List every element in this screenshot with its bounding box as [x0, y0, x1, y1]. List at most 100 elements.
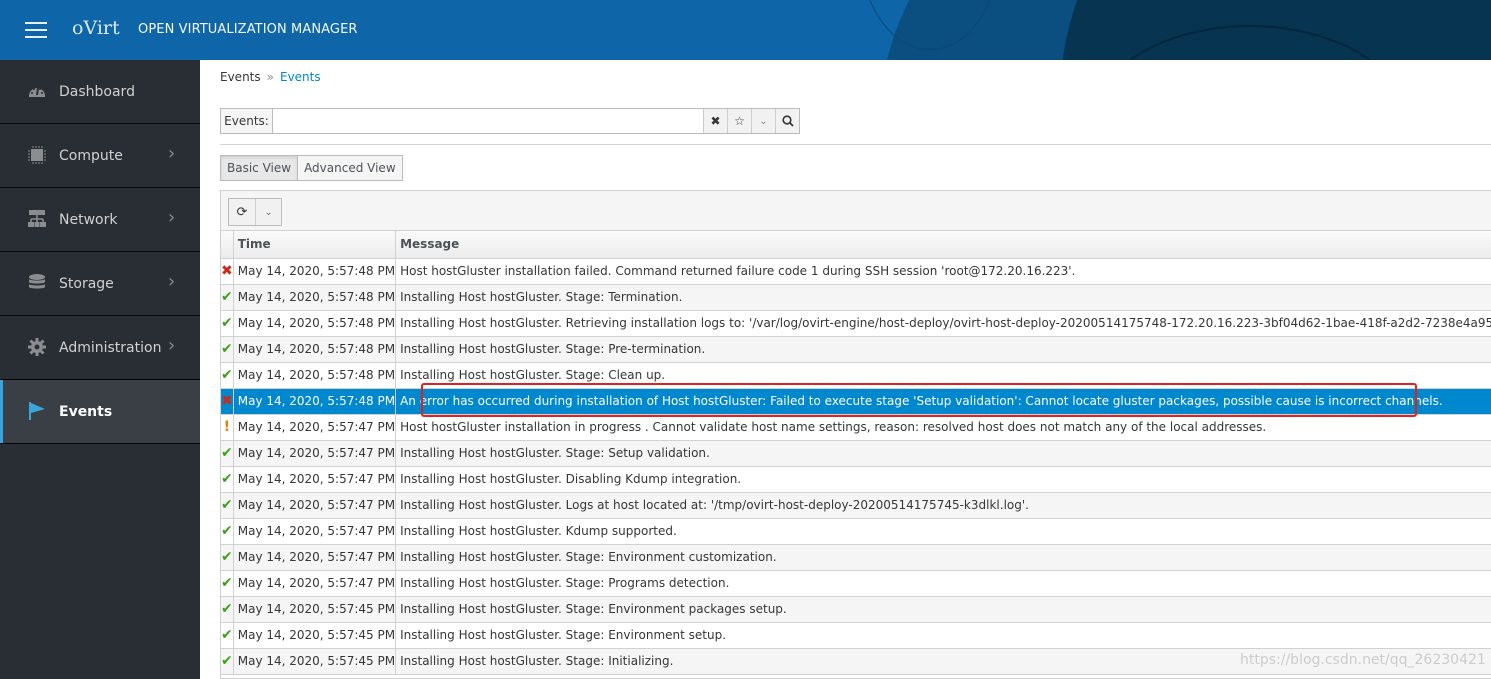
table-row[interactable]: ! May 14, 2020, 5:57:47 PM Host hostGluste…	[221, 414, 1491, 441]
table-row[interactable]: ✔ May 14, 2020, 5:57:47 PM Installing Host…	[221, 518, 1491, 545]
table-row[interactable]: ✔ May 14, 2020, 5:57:45 PM Installing Host…	[221, 622, 1491, 649]
time-cell: May 14, 2020, 5:57:45 PM	[233, 622, 397, 649]
clear-search-button[interactable]: ✖	[703, 109, 727, 133]
checkmark-icon: ✔	[221, 627, 233, 643]
refresh-rate-dropdown[interactable]: ⌄	[255, 199, 281, 225]
search-button[interactable]	[775, 109, 799, 133]
table-row[interactable]: ✔ May 14, 2020, 5:57:48 PM Installing Host…	[221, 336, 1491, 363]
sidebar-item-compute[interactable]: Compute ›	[0, 124, 200, 188]
search-prefix-label: Events:	[221, 109, 273, 133]
message-cell: Host hostGluster installation in progres…	[395, 414, 1491, 441]
search-history-dropdown[interactable]: ⌄	[751, 109, 775, 133]
column-header-severity[interactable]	[221, 231, 234, 259]
checkmark-icon: ✔	[221, 315, 233, 331]
cpu-icon	[28, 146, 46, 164]
main-content: Events » Events Events: ✖ ☆ ⌄ Basic View A…	[200, 60, 1491, 679]
hamburger-menu-icon[interactable]	[25, 22, 47, 38]
table-row[interactable]: ✔ May 14, 2020, 5:57:47 PM Installing Host…	[221, 570, 1491, 597]
severity-cell: ✔	[221, 336, 234, 363]
error-x-icon: ✖	[221, 393, 233, 409]
column-header-message[interactable]: Message	[395, 231, 1491, 259]
checkmark-icon: ✔	[221, 575, 233, 591]
database-icon	[29, 274, 45, 289]
table-row[interactable]: ✔ May 14, 2020, 5:57:48 PM Installing Host…	[221, 310, 1491, 337]
chevron-right-icon: ›	[168, 207, 176, 228]
breadcrumb-parent[interactable]: Events	[220, 70, 261, 84]
sidebar-item-network[interactable]: Network ›	[0, 188, 200, 252]
chevron-down-icon: ⌄	[759, 115, 768, 127]
time-cell: May 14, 2020, 5:57:45 PM	[233, 596, 397, 623]
table-row[interactable]: ✔ May 14, 2020, 5:57:48 PM Installing Host…	[221, 362, 1491, 389]
checkmark-icon: ✔	[221, 341, 233, 357]
checkmark-icon: ✔	[221, 289, 233, 305]
message-cell: Installing Host hostGluster. Logs at hos…	[395, 492, 1491, 519]
breadcrumb-current: Events	[279, 70, 321, 84]
message-cell: Installing Host hostGluster. Disabling K…	[395, 466, 1491, 493]
close-icon: ✖	[710, 114, 721, 128]
ovirt-logo[interactable]: oVirt	[72, 17, 120, 39]
refresh-icon: ⟳	[236, 204, 248, 220]
table-row[interactable]: ✔ May 14, 2020, 5:57:47 PM Installing Host…	[221, 466, 1491, 493]
severity-cell: ✔	[221, 310, 234, 337]
search-input[interactable]	[273, 109, 703, 133]
table-row[interactable]: ✔ May 14, 2020, 5:57:47 PM Installing Host…	[221, 440, 1491, 467]
severity-cell: ✔	[221, 544, 234, 571]
time-cell: May 14, 2020, 5:57:47 PM	[233, 492, 397, 519]
chevron-right-icon: ›	[168, 335, 176, 356]
time-cell: May 14, 2020, 5:57:48 PM	[233, 284, 397, 311]
table-row[interactable]: ✖ May 14, 2020, 5:57:48 PM An error has oc…	[221, 388, 1491, 415]
message-cell: Installing Host hostGluster. Retrieving …	[395, 310, 1491, 337]
message-cell: Installing Host hostGluster. Stage: Clea…	[395, 362, 1491, 389]
view-toggle: Basic View Advanced View	[220, 155, 403, 181]
table-row[interactable]: ✔ May 14, 2020, 5:57:48 PM Installing Host…	[221, 284, 1491, 311]
severity-cell: ✔	[221, 648, 234, 675]
severity-cell: ✔	[221, 362, 234, 389]
message-cell: Installing Host hostGluster. Stage: Pre-…	[395, 336, 1491, 363]
message-cell: Installing Host hostGluster. Stage: Setu…	[395, 440, 1491, 467]
flag-icon	[29, 402, 45, 420]
severity-cell: ✖	[221, 388, 234, 415]
sidebar-item-label: Administration	[59, 339, 162, 356]
severity-cell: ✔	[221, 466, 234, 493]
message-cell: Installing Host hostGluster. Kdump suppo…	[395, 518, 1491, 545]
time-cell: May 14, 2020, 5:57:47 PM	[233, 440, 397, 467]
message-cell: Installing Host hostGluster. Stage: Term…	[395, 284, 1491, 311]
gear-icon	[28, 338, 46, 356]
refresh-button[interactable]: ⟳	[229, 199, 255, 225]
masthead: oVirt OPEN VIRTUALIZATION MANAGER	[0, 0, 1491, 60]
checkmark-icon: ✔	[221, 367, 233, 383]
time-cell: May 14, 2020, 5:57:47 PM	[233, 570, 397, 597]
search-icon	[781, 115, 794, 127]
checkmark-icon: ✔	[221, 601, 233, 617]
sidebar-item-dashboard[interactable]: Dashboard	[0, 60, 200, 124]
sidebar-item-label: Compute	[59, 147, 123, 164]
watermark: https://blog.csdn.net/qq_26230421	[1240, 652, 1486, 668]
time-cell: May 14, 2020, 5:57:47 PM	[233, 414, 397, 441]
sidebar-item-label: Network	[59, 211, 118, 228]
time-cell: May 14, 2020, 5:57:48 PM	[233, 388, 397, 415]
time-cell: May 14, 2020, 5:57:47 PM	[233, 544, 397, 571]
chevron-right-icon: ›	[168, 271, 176, 292]
severity-cell: ✖	[221, 258, 234, 285]
table-row[interactable]: ✔ May 14, 2020, 5:57:45 PM Installing Host…	[221, 596, 1491, 623]
severity-cell: ✔	[221, 284, 234, 311]
message-cell: Installing Host hostGluster. Stage: Envi…	[395, 544, 1491, 571]
column-header-time[interactable]: Time	[233, 231, 397, 259]
basic-view-button[interactable]: Basic View	[221, 156, 299, 180]
error-x-icon: ✖	[221, 263, 233, 279]
checkmark-icon: ✔	[221, 497, 233, 513]
checkmark-icon: ✔	[221, 653, 233, 669]
grid-toolbar: ⟳ ⌄	[221, 191, 1491, 231]
sidebar-item-storage[interactable]: Storage ›	[0, 252, 200, 316]
severity-cell: ✔	[221, 492, 234, 519]
advanced-view-button[interactable]: Advanced View	[298, 156, 402, 180]
sidebar-item-events[interactable]: Events	[0, 380, 200, 444]
severity-cell: ✔	[221, 596, 234, 623]
table-row[interactable]: ✔ May 14, 2020, 5:57:47 PM Installing Host…	[221, 544, 1491, 571]
search-bar: Events: ✖ ☆ ⌄	[220, 108, 800, 134]
checkmark-icon: ✔	[221, 523, 233, 539]
table-row[interactable]: ✖ May 14, 2020, 5:57:48 PM Host hostGluste…	[221, 258, 1491, 285]
table-row[interactable]: ✔ May 14, 2020, 5:57:47 PM Installing Host…	[221, 492, 1491, 519]
bookmark-button[interactable]: ☆	[727, 109, 751, 133]
sidebar-item-administration[interactable]: Administration ›	[0, 316, 200, 380]
